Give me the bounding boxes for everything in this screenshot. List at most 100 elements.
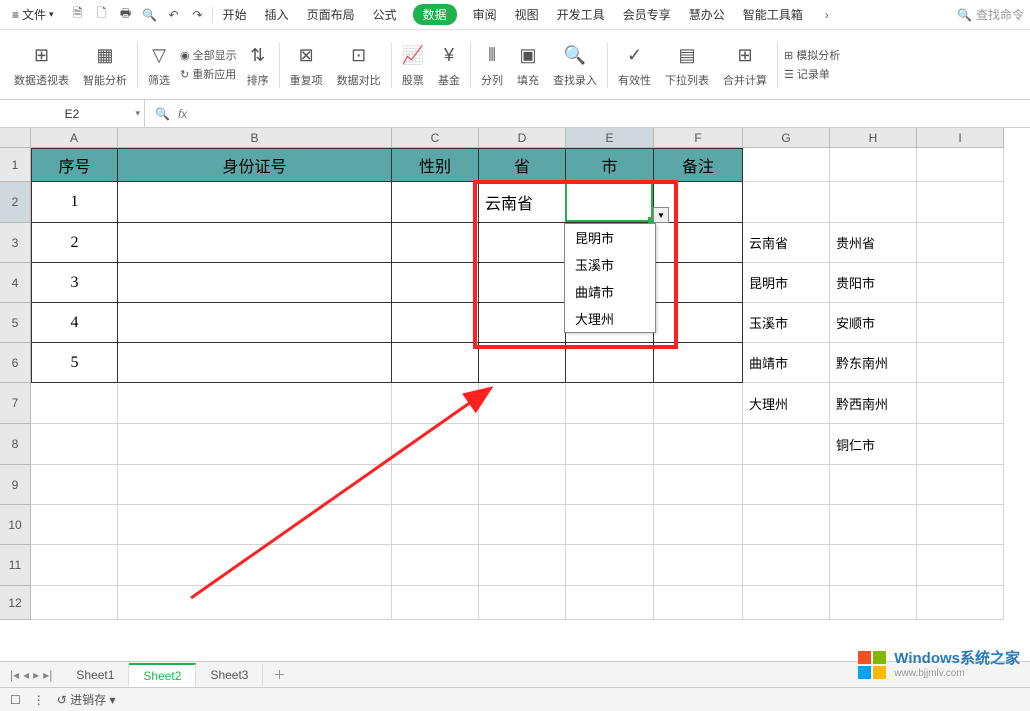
tab-start[interactable]: 开始 — [221, 2, 249, 27]
namebox-dropdown-icon[interactable]: ▾ — [135, 108, 140, 119]
tab-devtools[interactable]: 开发工具 — [555, 2, 607, 27]
cell-E9[interactable] — [566, 465, 654, 505]
cell-F11[interactable] — [654, 545, 743, 586]
tabs-more-icon[interactable]: › — [819, 8, 835, 22]
cell-E12[interactable] — [566, 586, 654, 620]
ribbon-filter[interactable]: ▽筛选 — [144, 42, 174, 88]
command-search[interactable]: 🔍 查找命令 — [957, 6, 1024, 23]
preview-icon[interactable]: 🔍 — [142, 7, 158, 23]
select-all-corner[interactable] — [0, 128, 31, 148]
cell-D12[interactable] — [479, 586, 566, 620]
cell-D8[interactable] — [479, 424, 566, 465]
cell-A7[interactable] — [31, 383, 118, 424]
sheet-add-button[interactable]: ＋ — [263, 666, 295, 683]
cell-I1[interactable] — [917, 148, 1004, 182]
cell-D10[interactable] — [479, 505, 566, 545]
cell-F10[interactable] — [654, 505, 743, 545]
col-header-E[interactable]: E — [566, 128, 654, 148]
cell-B7[interactable] — [118, 383, 392, 424]
data-cell-C4[interactable] — [392, 263, 479, 303]
data-cell-F3[interactable] — [654, 223, 743, 263]
data-cell-C6[interactable] — [392, 343, 479, 383]
cell-I8[interactable] — [917, 424, 1004, 465]
cell-H2[interactable] — [830, 182, 917, 223]
row-header-10[interactable]: 10 — [0, 505, 31, 545]
data-cell-C3[interactable] — [392, 223, 479, 263]
data-cell-A6[interactable]: 5 — [31, 343, 118, 383]
sheet-tab-2[interactable]: Sheet2 — [129, 663, 196, 687]
cell-I5[interactable] — [917, 303, 1004, 343]
spreadsheet-grid[interactable]: ABCDEFGHI 123456789101112 序号身份证号性别省市备注1云… — [0, 128, 1030, 648]
cell-G2[interactable] — [743, 182, 830, 223]
cell-I11[interactable] — [917, 545, 1004, 586]
data-cell-D3[interactable] — [479, 223, 566, 263]
data-cell-C5[interactable] — [392, 303, 479, 343]
cell-I4[interactable] — [917, 263, 1004, 303]
data-cell-B4[interactable] — [118, 263, 392, 303]
row-header-9[interactable]: 9 — [0, 465, 31, 505]
cell-B9[interactable] — [118, 465, 392, 505]
cell-H6[interactable]: 黔东南州 — [830, 343, 917, 383]
row-header-4[interactable]: 4 — [0, 263, 31, 303]
tab-insert[interactable]: 插入 — [263, 2, 291, 27]
cell-G3[interactable]: 云南省 — [743, 223, 830, 263]
cell-H5[interactable]: 安顺市 — [830, 303, 917, 343]
dropdown-option-1[interactable]: 玉溪市 — [565, 251, 655, 278]
col-header-G[interactable]: G — [743, 128, 830, 148]
data-cell-A3[interactable]: 2 — [31, 223, 118, 263]
sheet-next-icon[interactable]: ▸ — [33, 668, 39, 682]
record-form[interactable]: ☰记录单 — [784, 66, 830, 82]
table-header-B[interactable]: 身份证号 — [118, 148, 392, 182]
sheet-first-icon[interactable]: |◂ — [10, 668, 19, 682]
cell-C12[interactable] — [392, 586, 479, 620]
cell-I2[interactable] — [917, 182, 1004, 223]
ribbon-stock[interactable]: 📈股票 — [398, 42, 428, 88]
data-cell-F5[interactable] — [654, 303, 743, 343]
row-header-6[interactable]: 6 — [0, 343, 31, 383]
ribbon-smartanalysis[interactable]: ▦智能分析 — [79, 42, 138, 88]
data-cell-B5[interactable] — [118, 303, 392, 343]
cell-I10[interactable] — [917, 505, 1004, 545]
cell-E8[interactable] — [566, 424, 654, 465]
cell-C11[interactable] — [392, 545, 479, 586]
data-cell-D6[interactable] — [479, 343, 566, 383]
ribbon-sort[interactable]: ⇅排序 — [243, 42, 280, 88]
status-undo[interactable]: ↺ 进销存 ▾ — [57, 691, 116, 708]
cell-G5[interactable]: 玉溪市 — [743, 303, 830, 343]
data-cell-E2[interactable] — [566, 182, 654, 223]
tab-member[interactable]: 会员专享 — [621, 2, 673, 27]
cell-F12[interactable] — [654, 586, 743, 620]
cell-E11[interactable] — [566, 545, 654, 586]
data-cell-A2[interactable]: 1 — [31, 182, 118, 223]
cell-B10[interactable] — [118, 505, 392, 545]
row-header-2[interactable]: 2 — [0, 182, 31, 223]
dropdown-option-3[interactable]: 大理州 — [565, 305, 655, 332]
col-header-I[interactable]: I — [917, 128, 1004, 148]
cell-I12[interactable] — [917, 586, 1004, 620]
tab-view[interactable]: 视图 — [513, 2, 541, 27]
ribbon-duplicates[interactable]: ⊠重复项 — [286, 42, 327, 88]
ribbon-lookup[interactable]: 🔍查找录入 — [549, 42, 608, 88]
cell-D9[interactable] — [479, 465, 566, 505]
lens-icon[interactable]: 🔍 — [155, 107, 170, 121]
dropdown-option-0[interactable]: 昆明市 — [565, 224, 655, 251]
dropdown-option-2[interactable]: 曲靖市 — [565, 278, 655, 305]
cell-I3[interactable] — [917, 223, 1004, 263]
row-header-8[interactable]: 8 — [0, 424, 31, 465]
cell-B12[interactable] — [118, 586, 392, 620]
tab-huiban[interactable]: 慧办公 — [687, 2, 727, 27]
row-header-1[interactable]: 1 — [0, 148, 31, 182]
data-cell-D4[interactable] — [479, 263, 566, 303]
cell-G1[interactable] — [743, 148, 830, 182]
cell-C9[interactable] — [392, 465, 479, 505]
cell-I6[interactable] — [917, 343, 1004, 383]
cell-H10[interactable] — [830, 505, 917, 545]
ribbon-split[interactable]: ⫴分列 — [477, 42, 507, 88]
cell-H7[interactable]: 黔西南州 — [830, 383, 917, 424]
cell-G12[interactable] — [743, 586, 830, 620]
col-header-H[interactable]: H — [830, 128, 917, 148]
cell-H3[interactable]: 贵州省 — [830, 223, 917, 263]
tab-pagelayout[interactable]: 页面布局 — [305, 2, 357, 27]
cell-G11[interactable] — [743, 545, 830, 586]
sheet-tab-3[interactable]: Sheet3 — [196, 664, 263, 686]
